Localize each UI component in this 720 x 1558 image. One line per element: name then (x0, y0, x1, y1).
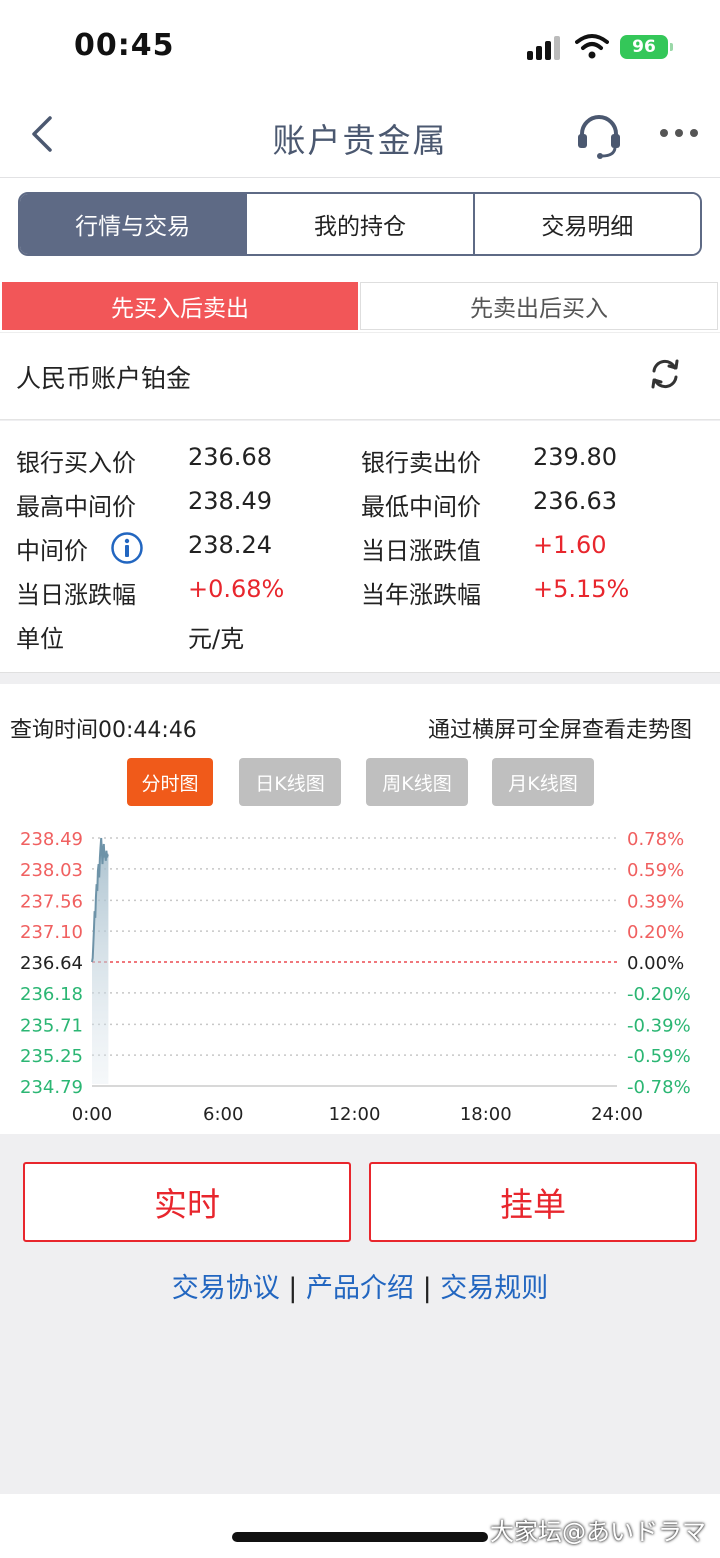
tab-trade-details[interactable]: 交易明细 (472, 194, 700, 254)
x-tick-label: 18:00 (460, 1104, 512, 1125)
unit-value: 元/克 (188, 625, 245, 653)
place-order-button[interactable]: 挂单 (369, 1162, 697, 1242)
refresh-icon[interactable] (648, 357, 682, 391)
watermark: 大家坛@あいドラマ (490, 1518, 706, 1546)
pct-tick-label: 0.59% (627, 860, 684, 881)
footer-links: 交易协议 | 产品介绍 | 交易规则 (0, 1266, 720, 1305)
y-tick-label: 237.56 (20, 891, 83, 912)
y-tick-label: 238.49 (20, 829, 83, 850)
bottom-bar: 大家坛@あいドラマ (0, 1494, 720, 1558)
day-pct-value: +0.68% (188, 575, 285, 603)
pct-tick-label: -0.78% (627, 1077, 691, 1098)
tab-monthly-k[interactable]: 月K线图 (492, 758, 594, 806)
tab-market-trade[interactable]: 行情与交易 (20, 194, 246, 254)
product-row: 人民币账户铂金 (0, 332, 720, 420)
status-time: 00:45 (74, 28, 175, 63)
tab-weekly-k[interactable]: 周K线图 (366, 758, 468, 806)
y-tick-label: 235.25 (20, 1046, 83, 1067)
link-trade-rules[interactable]: 交易规则 (440, 1273, 548, 1304)
wifi-icon (575, 34, 609, 59)
day-change-label: 当日涨跌值 (361, 537, 481, 565)
y-tick-label: 238.03 (20, 860, 83, 881)
status-bar: 00:45 96 (0, 0, 720, 96)
pct-tick-label: -0.39% (627, 1015, 691, 1036)
x-tick-label: 0:00 (72, 1104, 112, 1125)
mid-price-label: 中间价 (16, 537, 88, 565)
bank-buy-label: 银行买入价 (16, 449, 136, 477)
direction-tabs: 先买入后卖出 先卖出后买入 (0, 270, 720, 332)
pct-tick-label: 0.78% (627, 829, 684, 850)
price-table: 银行买入价 236.68 银行卖出价 239.80 最高中间价 238.49 最… (0, 421, 720, 673)
intraday-chart: 238.49 0.78% 238.03 0.59% 237.56 0.39% 237.10 0… (20, 829, 691, 1125)
day-pct-label: 当日涨跌幅 (16, 581, 136, 609)
tab-buy-first[interactable]: 先买入后卖出 (2, 282, 358, 330)
low-mid-value: 236.63 (533, 487, 617, 515)
query-time: 查询时间00:44:46 (10, 718, 197, 743)
tab-intraday[interactable]: 分时图 (127, 758, 213, 806)
y-tick-label: 234.79 (20, 1077, 83, 1098)
high-mid-label: 最高中间价 (16, 493, 136, 521)
action-area: 实时 挂单 交易协议 | 产品介绍 | 交易规则 (0, 1134, 720, 1494)
y-tick-label: 235.71 (20, 1015, 83, 1036)
y-tick-label: 237.10 (20, 922, 83, 943)
realtime-button[interactable]: 实时 (23, 1162, 351, 1242)
home-indicator[interactable] (232, 1532, 488, 1542)
year-pct-value: +5.15% (533, 575, 630, 603)
x-tick-label: 12:00 (329, 1104, 381, 1125)
tab-my-holdings[interactable]: 我的持仓 (245, 194, 473, 254)
bank-buy-value: 236.68 (188, 443, 272, 471)
mid-price-value: 238.24 (188, 531, 272, 559)
link-separator: | (422, 1273, 432, 1304)
battery-icon: 96 (620, 35, 673, 59)
product-name: 人民币账户铂金 (16, 364, 192, 393)
link-product-intro[interactable]: 产品介绍 (306, 1273, 414, 1304)
chart-section: 查询时间00:44:46 通过横屏可全屏查看走势图 分时图 日K线图 周K线图 … (0, 684, 720, 1134)
nav-bar: 账户贵金属 (0, 96, 720, 178)
pct-tick-label: -0.59% (627, 1046, 691, 1067)
bank-sell-label: 银行卖出价 (361, 449, 481, 477)
pct-tick-label: -0.20% (627, 984, 691, 1005)
landscape-hint: 通过横屏可全屏查看走势图 (427, 718, 692, 743)
pct-tick-label: 0.39% (627, 891, 684, 912)
y-tick-label: 236.64 (20, 953, 83, 974)
customer-service-headset-icon[interactable] (574, 110, 624, 160)
pct-tick-label: 0.00% (627, 953, 684, 974)
segment-area: 行情与交易 我的持仓 交易明细 (0, 178, 720, 270)
link-trade-agreement[interactable]: 交易协议 (172, 1273, 280, 1304)
low-mid-label: 最低中间价 (361, 493, 481, 521)
tab-sell-first[interactable]: 先卖出后买入 (360, 282, 718, 330)
pct-tick-label: 0.20% (627, 922, 684, 943)
bank-sell-value: 239.80 (533, 443, 617, 471)
segmented-control: 行情与交易 我的持仓 交易明细 (18, 192, 702, 256)
y-tick-label: 236.18 (20, 984, 83, 1005)
x-tick-label: 24:00 (591, 1104, 643, 1125)
day-change-value: +1.60 (533, 531, 607, 559)
unit-label: 单位 (16, 625, 64, 653)
high-mid-value: 238.49 (188, 487, 272, 515)
x-tick-label: 6:00 (203, 1104, 243, 1125)
more-options-icon[interactable] (658, 126, 700, 140)
info-icon[interactable] (110, 531, 144, 565)
link-separator: | (288, 1273, 298, 1304)
tab-daily-k[interactable]: 日K线图 (239, 758, 341, 806)
cellular-signal-icon (527, 34, 563, 60)
year-pct-label: 当年涨跌幅 (361, 581, 481, 609)
